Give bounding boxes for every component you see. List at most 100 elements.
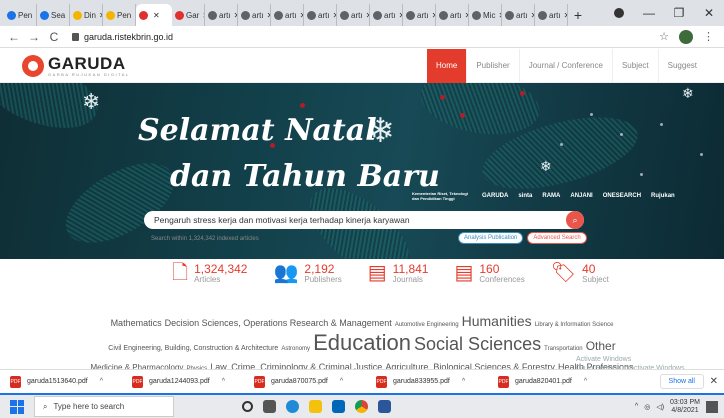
subject-link[interactable]: Education (313, 330, 411, 355)
browser-tab[interactable]: artı✕ (502, 4, 535, 26)
browser-tab-strip: Pen✕Sea✕Din✕Pen✕✕Gar✕artı✕artı✕artı✕artı… (0, 0, 724, 26)
new-tab-button[interactable]: + (568, 4, 588, 26)
analysis-publication-button[interactable]: Analysis Publication (458, 232, 524, 244)
search-icon: ⌕ (43, 401, 48, 411)
stat-value: 2,192 (304, 262, 335, 276)
subject-link[interactable]: Other (586, 339, 616, 353)
browser-tab[interactable]: Mic✕ (469, 4, 502, 26)
browser-tab[interactable]: Pen✕ (4, 4, 37, 26)
subject-link[interactable]: Transportation (544, 346, 582, 352)
taskbar-search[interactable]: ⌕ Type here to search (34, 396, 174, 417)
browser-tab[interactable]: artı✕ (535, 4, 568, 26)
tab-label: artı (450, 10, 462, 20)
advanced-search-button[interactable]: Advanced Search (527, 232, 587, 244)
close-downloads-icon[interactable]: ✕ (710, 376, 718, 387)
download-item[interactable]: PDF garuda870075.pdf ^ (254, 375, 376, 388)
subject-link[interactable]: Library & Information Science (535, 322, 614, 328)
chevron-up-icon[interactable]: ^ (584, 378, 587, 385)
subject-link[interactable]: Civil Engineering, Building, Constructio… (108, 345, 278, 352)
account-avatar[interactable] (679, 29, 693, 44)
volume-icon[interactable]: ◁) (656, 403, 664, 411)
browser-tab[interactable]: artı✕ (436, 4, 469, 26)
back-icon[interactable]: ← (6, 30, 22, 44)
chevron-up-icon[interactable]: ^ (100, 378, 103, 385)
conference-icon: ▤ (454, 262, 474, 284)
windows-start-icon[interactable] (10, 399, 24, 414)
browser-tab[interactable]: artı✕ (370, 4, 403, 26)
chevron-up-icon[interactable]: ^ (222, 378, 225, 385)
browser-tab[interactable]: Gar✕ (172, 4, 205, 26)
browser-tab[interactable]: artı✕ (271, 4, 304, 26)
clock[interactable]: 03:03 PM 4/8/2021 (670, 399, 700, 415)
show-all-downloads-button[interactable]: Show all (659, 374, 704, 389)
chevron-up-icon[interactable]: ^ (340, 378, 343, 385)
snow-dot (620, 133, 623, 136)
browser-tab[interactable]: artı✕ (238, 4, 271, 26)
tab-close-icon[interactable]: ✕ (153, 11, 160, 20)
subject-link[interactable]: Social Sciences (414, 334, 541, 354)
chevron-up-icon[interactable]: ^ (462, 378, 465, 385)
snowflake-icon: ❄ (82, 89, 101, 114)
stat-subject[interactable]: 🏷 40 Subject (551, 263, 609, 284)
profile-icon[interactable] (614, 8, 624, 18)
mail-icon[interactable] (332, 400, 345, 413)
tray-chevron-icon[interactable]: ^ (635, 403, 638, 410)
forward-icon[interactable]: → (26, 30, 42, 44)
browser-tab[interactable]: artı✕ (304, 4, 337, 26)
reload-icon[interactable]: C (46, 30, 62, 44)
browser-tab[interactable]: artı✕ (403, 4, 436, 26)
snow-dot (560, 143, 563, 146)
subject-link[interactable]: Humanities (462, 313, 532, 329)
journal-icon: ▤ (367, 262, 387, 284)
cortana-icon[interactable] (242, 401, 253, 412)
edge-icon[interactable] (286, 400, 299, 413)
bookmark-star-icon[interactable]: ☆ (659, 30, 669, 43)
article-search-input[interactable] (154, 215, 566, 225)
pdf-file-icon: PDF (254, 375, 265, 388)
stats-row: 🗋 1,324,342 Articles 👥 2,192 Publishers ▤ 11,84… (172, 263, 609, 284)
tab-favicon-icon (241, 10, 250, 20)
stat-value: 160 (479, 262, 500, 276)
word-icon[interactable] (378, 400, 391, 413)
notifications-icon[interactable] (706, 400, 718, 413)
maximize-button[interactable]: ❐ (664, 6, 694, 20)
download-item[interactable]: PDF garuda1244093.pdf ^ (132, 375, 254, 388)
menu-publisher[interactable]: Publisher (466, 48, 518, 83)
url-field[interactable]: garuda.ristekbrin.go.id (72, 32, 659, 42)
minimize-button[interactable]: — (634, 6, 664, 20)
browser-tab[interactable]: Sea✕ (37, 4, 70, 26)
task-view-icon[interactable] (263, 400, 276, 413)
browser-tab[interactable]: artı✕ (205, 4, 238, 26)
download-item[interactable]: PDF garuda1513640.pdf ^ (10, 375, 132, 388)
download-item[interactable]: PDF garuda833955.pdf ^ (376, 375, 498, 388)
browser-tab[interactable]: Din✕ (70, 4, 103, 26)
stat-conferences[interactable]: ▤ 160 Conferences (454, 263, 524, 284)
subject-link[interactable]: Decision Sciences, Operations Research &… (165, 318, 392, 328)
stat-articles[interactable]: 🗋 1,324,342 Articles (172, 263, 247, 284)
subject-link[interactable]: Astronomy (281, 346, 310, 352)
browser-tab[interactable]: artı✕ (337, 4, 370, 26)
garuda-logo[interactable]: GARUDA GARBA RUJUKAN DIGITAL (22, 54, 130, 77)
menu-home[interactable]: Home (426, 48, 467, 83)
download-item[interactable]: PDF garuda820401.pdf ^ (498, 375, 620, 388)
menu-suggest[interactable]: Suggest (657, 48, 706, 83)
pdf-file-icon: PDF (498, 375, 509, 388)
file-explorer-icon[interactable] (309, 400, 322, 413)
menu-subject[interactable]: Subject (611, 48, 658, 83)
subject-link[interactable]: Mathematics (111, 318, 162, 328)
sponsor-sinta: sinta (518, 193, 533, 199)
browser-tab[interactable]: Pen✕ (103, 4, 136, 26)
subject-link[interactable]: Automotive Engineering (395, 322, 459, 328)
network-icon[interactable]: ◎ (644, 403, 650, 411)
sponsor-garuda: GARUDA (482, 193, 509, 199)
chrome-icon[interactable] (355, 400, 368, 413)
browser-menu-icon[interactable]: ⋮ (703, 30, 714, 43)
stat-publishers[interactable]: 👥 2,192 Publishers (273, 263, 341, 284)
berry-decoration (300, 103, 305, 108)
tab-favicon-icon (538, 10, 547, 20)
browser-tab[interactable]: ✕ (136, 4, 172, 26)
search-icon[interactable]: ⌕ (566, 211, 584, 229)
menu-journal-conference[interactable]: Journal / Conference (518, 48, 612, 83)
stat-journals[interactable]: ▤ 11,841 Journals (368, 263, 429, 284)
close-window-button[interactable]: ✕ (694, 6, 724, 20)
